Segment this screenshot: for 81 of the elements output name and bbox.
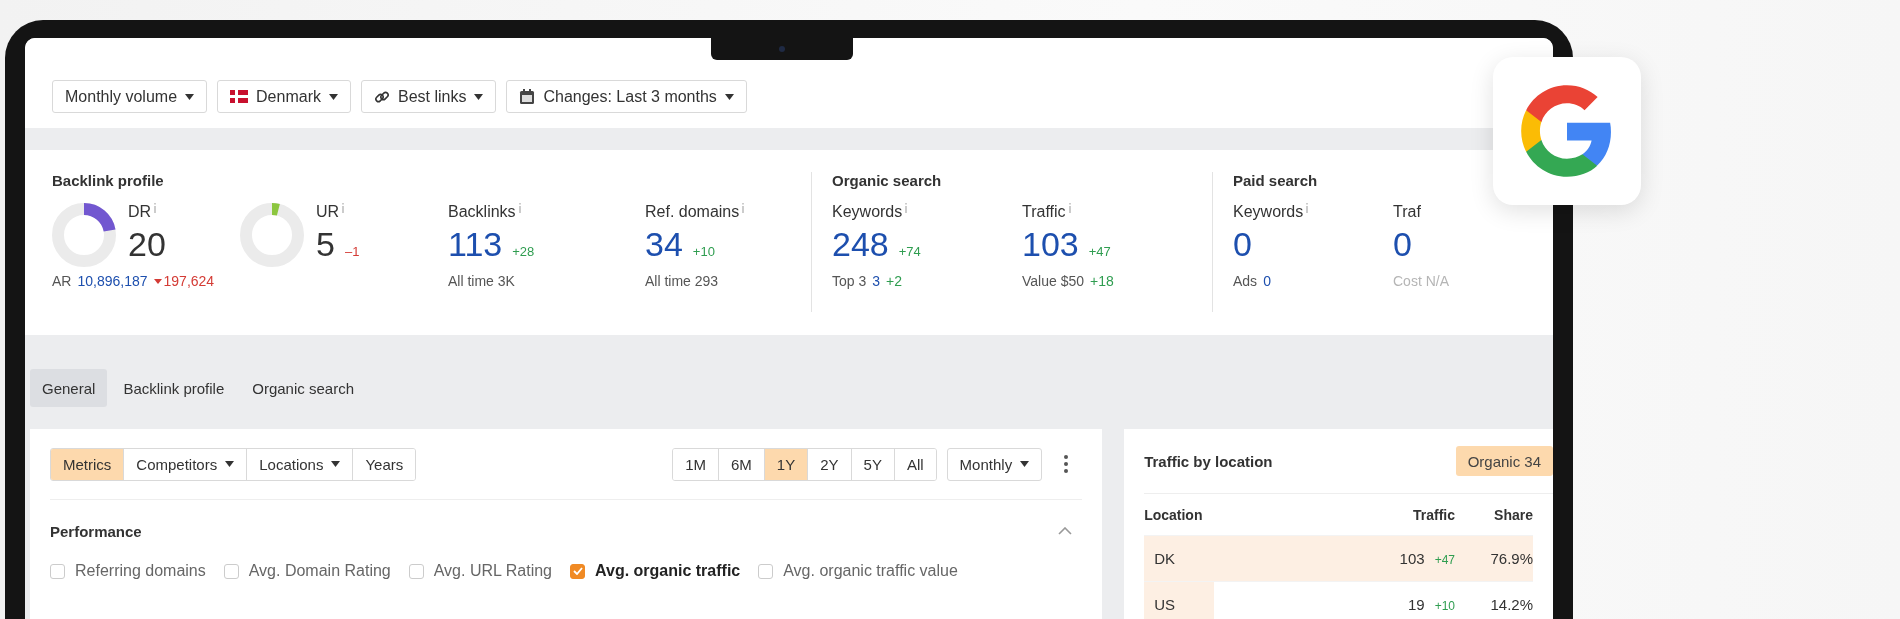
caret-icon bbox=[185, 93, 195, 100]
delta-value: +10 bbox=[1434, 599, 1455, 613]
metric-label: Keywords bbox=[832, 203, 903, 221]
filter-dropdown[interactable]: Changes: Last 3 months bbox=[506, 80, 747, 113]
delta-value: 197,624 bbox=[163, 273, 215, 289]
more-menu-icon[interactable] bbox=[1064, 455, 1069, 473]
column-header: Traffic bbox=[1412, 506, 1455, 523]
metric-value: 20 bbox=[128, 225, 166, 264]
footer-text: 3 bbox=[872, 273, 881, 289]
table-cell-text: 14.2% bbox=[1489, 596, 1533, 613]
tab[interactable]: Organic search bbox=[240, 369, 366, 407]
footer-text: All time 293 bbox=[645, 273, 719, 289]
panel-title: Traffic by location bbox=[1144, 452, 1273, 470]
delta-value: +47 bbox=[1434, 553, 1455, 567]
metric-checkbox[interactable]: Avg. URL Rating bbox=[408, 562, 552, 580]
flag-icon bbox=[230, 90, 249, 103]
caret-icon bbox=[328, 93, 338, 100]
section-title: Organic search bbox=[832, 172, 943, 189]
footer-text: AR bbox=[52, 273, 72, 289]
footer-text: Value $50 bbox=[1022, 273, 1084, 289]
footer-text: Ads bbox=[1233, 273, 1258, 289]
metric-value: 5 bbox=[316, 225, 335, 264]
footer-text: All time 3K bbox=[448, 273, 515, 289]
footer-text: Cost N/A bbox=[1393, 273, 1449, 289]
caret-icon bbox=[1020, 461, 1030, 467]
table-cell: 19 bbox=[1407, 596, 1425, 613]
metric-value: 248 bbox=[832, 225, 889, 264]
section-title: Backlink profile bbox=[52, 172, 165, 189]
section-title: Performance bbox=[50, 522, 142, 540]
caret-icon bbox=[724, 93, 734, 100]
column-header: Location bbox=[1144, 506, 1204, 523]
mode-button[interactable]: Metrics bbox=[51, 448, 124, 480]
table-cell-text: DK bbox=[1153, 550, 1176, 567]
checkmark-icon bbox=[572, 567, 583, 575]
metric-value: 113 bbox=[448, 225, 503, 264]
period-button[interactable]: All bbox=[893, 448, 936, 480]
filter-dropdown[interactable]: Monthly volume bbox=[52, 80, 208, 113]
metric-value: 34 bbox=[645, 225, 683, 264]
metric-checkbox[interactable]: Referring domains bbox=[50, 562, 206, 580]
delta-value: +47 bbox=[1088, 244, 1111, 259]
delta-value: +28 bbox=[512, 244, 535, 259]
link-icon bbox=[373, 88, 390, 105]
caret-icon bbox=[474, 93, 484, 100]
footer-text: +18 bbox=[1090, 273, 1114, 289]
metric-checkbox[interactable]: Avg. organic traffic bbox=[570, 562, 741, 580]
column-header: Share bbox=[1493, 506, 1533, 523]
period-button[interactable]: 1Y bbox=[763, 448, 808, 480]
metric-label: DR bbox=[128, 203, 152, 221]
metric-label: Traffic bbox=[1022, 203, 1066, 221]
calendar-icon bbox=[519, 88, 536, 105]
section-title: Paid search bbox=[1233, 172, 1319, 189]
footer-text: +2 bbox=[886, 273, 902, 289]
delta-value: –1 bbox=[344, 244, 360, 259]
filter-dropdown[interactable]: Best links bbox=[360, 80, 497, 113]
metric-checkbox[interactable]: Avg. Domain Rating bbox=[223, 562, 391, 580]
interval-dropdown[interactable]: Monthly bbox=[946, 447, 1043, 481]
tab[interactable]: Backlink profile bbox=[111, 369, 237, 407]
footer-text: 10,896,187 bbox=[77, 273, 148, 289]
metric-value: 0 bbox=[1233, 225, 1252, 264]
footer-text: 0 bbox=[1263, 273, 1271, 289]
table-cell-text: US bbox=[1153, 596, 1176, 613]
table-cell: 103 bbox=[1399, 550, 1425, 567]
metric-checkbox[interactable]: Avg. organic traffic value bbox=[758, 562, 958, 580]
delta-value: +10 bbox=[692, 244, 715, 259]
metric-label: UR bbox=[316, 203, 340, 221]
donut-chart bbox=[52, 203, 116, 267]
organic-filter-chip[interactable]: Organic 34 bbox=[1455, 446, 1553, 476]
mode-button[interactable]: Years bbox=[352, 448, 416, 480]
metric-label: Keywords bbox=[1233, 203, 1304, 221]
footer-text: Top 3 bbox=[832, 273, 867, 289]
metric-label: Traf bbox=[1393, 203, 1421, 221]
delta-value: +74 bbox=[898, 244, 921, 259]
donut-chart bbox=[240, 203, 304, 267]
metric-value: 103 bbox=[1022, 225, 1079, 264]
metric-label: Ref. domains bbox=[645, 203, 740, 221]
metric-value: 0 bbox=[1393, 225, 1412, 264]
tab[interactable]: General bbox=[30, 369, 108, 407]
table-cell-text: 76.9% bbox=[1489, 550, 1533, 567]
metric-label: Backlinks bbox=[448, 203, 516, 221]
filter-dropdown[interactable]: Denmark bbox=[217, 80, 351, 113]
chevron-up-icon[interactable] bbox=[1058, 527, 1073, 535]
